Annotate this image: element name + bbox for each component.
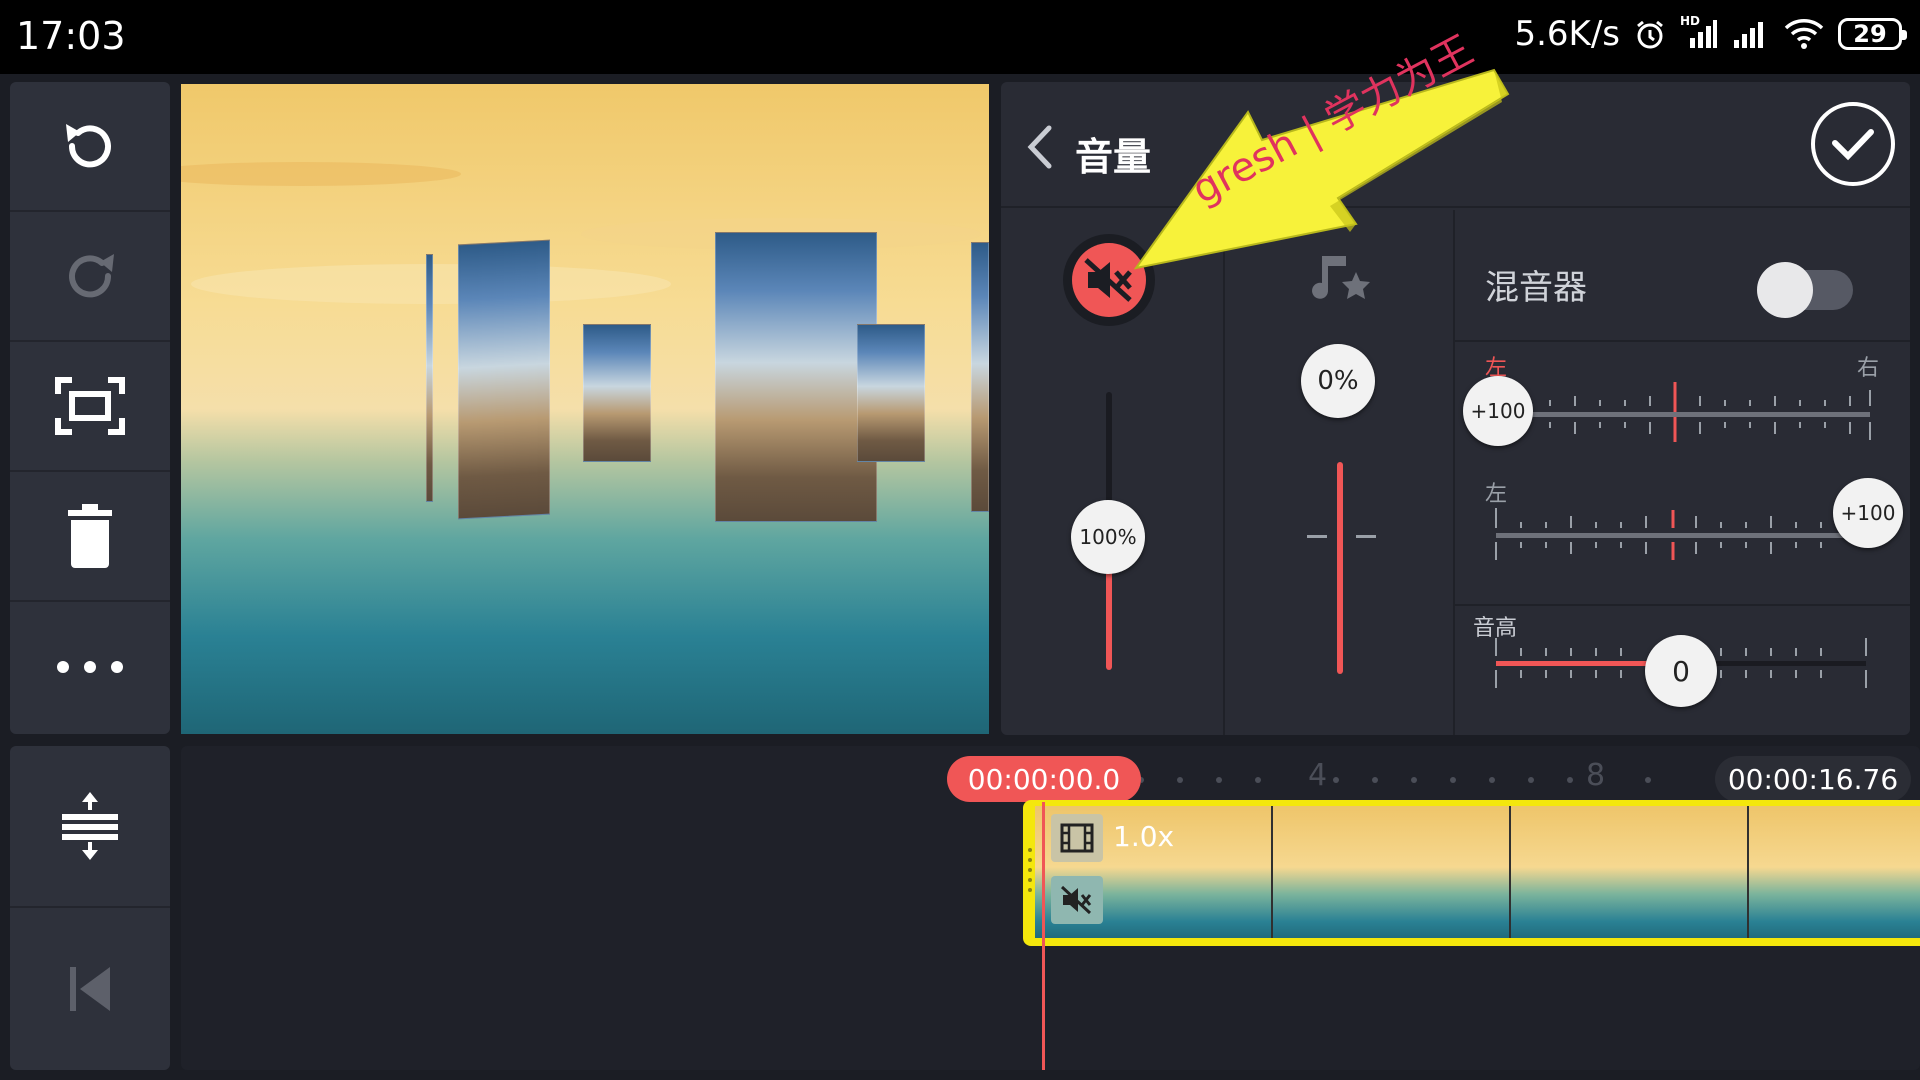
status-time: 17:03 bbox=[16, 14, 126, 58]
redo-icon bbox=[69, 254, 114, 298]
cube-panel bbox=[583, 324, 651, 462]
divider bbox=[1453, 210, 1455, 735]
alarm-icon bbox=[1637, 20, 1663, 49]
more-button[interactable] bbox=[10, 602, 170, 732]
undo-button[interactable] bbox=[10, 82, 170, 212]
video-preview[interactable] bbox=[181, 84, 989, 734]
status-bar: 17:03 5.6K/s HD 29 bbox=[0, 0, 1920, 74]
effect-tick bbox=[1307, 535, 1327, 538]
fullscreen-icon bbox=[55, 377, 125, 435]
divider bbox=[1455, 604, 1910, 606]
confirm-button[interactable] bbox=[1811, 102, 1895, 186]
timeline[interactable]: 4 8 00:00:00.0 00:00:16.76 1.0x bbox=[181, 746, 1920, 1070]
effect-slider-track[interactable] bbox=[1337, 462, 1343, 674]
ruler-mark: 8 bbox=[1586, 758, 1606, 793]
cube-panel bbox=[715, 232, 877, 522]
signal-icon bbox=[1734, 22, 1763, 48]
fullscreen-button[interactable] bbox=[10, 342, 170, 472]
cube-panel bbox=[458, 239, 550, 520]
playhead[interactable] bbox=[1042, 802, 1045, 1070]
cube-panel bbox=[857, 324, 925, 462]
divider bbox=[1455, 340, 1910, 342]
back-chevron-icon[interactable] bbox=[1025, 122, 1055, 172]
video-clip[interactable]: 1.0x bbox=[1023, 800, 1920, 946]
check-icon bbox=[1832, 129, 1874, 161]
cube-panel bbox=[971, 242, 989, 512]
timeline-toolbar bbox=[10, 746, 170, 1070]
film-icon bbox=[1060, 823, 1094, 853]
effect-tick bbox=[1356, 535, 1376, 538]
ruler-mark: 4 bbox=[1308, 758, 1328, 793]
status-icons: 5.6K/s HD 29 bbox=[1514, 14, 1907, 54]
hd-signal-icon: HD bbox=[1680, 14, 1718, 50]
clip-thumbnail bbox=[1511, 806, 1749, 938]
pan2-knob[interactable]: +100 bbox=[1833, 478, 1903, 548]
track-expand-icon bbox=[62, 792, 118, 860]
more-icon bbox=[57, 661, 123, 673]
divider bbox=[1223, 210, 1225, 735]
pan1-ticks bbox=[1499, 382, 1871, 442]
undo-icon bbox=[66, 124, 111, 168]
redo-button[interactable] bbox=[10, 212, 170, 342]
battery-level: 29 bbox=[1853, 20, 1887, 48]
timeline-ruler bbox=[1141, 777, 1651, 783]
pan2-left-label: 左 bbox=[1485, 482, 1508, 507]
battery-icon: 29 bbox=[1838, 18, 1907, 50]
edit-toolbar bbox=[10, 82, 170, 734]
clip-trim-handle[interactable] bbox=[1025, 840, 1035, 900]
total-time: 00:00:16.76 bbox=[1715, 756, 1911, 802]
wifi-icon bbox=[1784, 19, 1824, 49]
clip-thumbnail bbox=[1273, 806, 1511, 938]
pan1-right-label: 右 bbox=[1857, 356, 1880, 381]
clip-speed: 1.0x bbox=[1113, 820, 1175, 853]
current-time: 00:00:00.0 bbox=[947, 756, 1141, 802]
effect-knob[interactable]: 0% bbox=[1301, 344, 1375, 418]
cube-panel bbox=[426, 254, 433, 502]
volume-knob[interactable]: 100% bbox=[1071, 500, 1145, 574]
clip-type-badge bbox=[1051, 814, 1103, 862]
skip-to-start-button[interactable] bbox=[10, 908, 170, 1070]
delete-icon bbox=[68, 504, 112, 568]
net-speed: 5.6K/s bbox=[1514, 14, 1620, 54]
skip-to-start-icon bbox=[70, 967, 110, 1011]
mixer-toggle[interactable] bbox=[1757, 262, 1853, 318]
clip-thumbnail bbox=[1749, 806, 1920, 938]
clip-mute-badge[interactable] bbox=[1051, 876, 1103, 924]
pitch-knob[interactable]: 0 bbox=[1645, 635, 1717, 707]
pan2-ticks bbox=[1495, 508, 1866, 560]
speaker-muted-icon bbox=[1060, 885, 1092, 915]
track-expand-button[interactable] bbox=[10, 746, 170, 908]
pan1-knob[interactable]: +100 bbox=[1463, 376, 1533, 446]
delete-button[interactable] bbox=[10, 472, 170, 602]
